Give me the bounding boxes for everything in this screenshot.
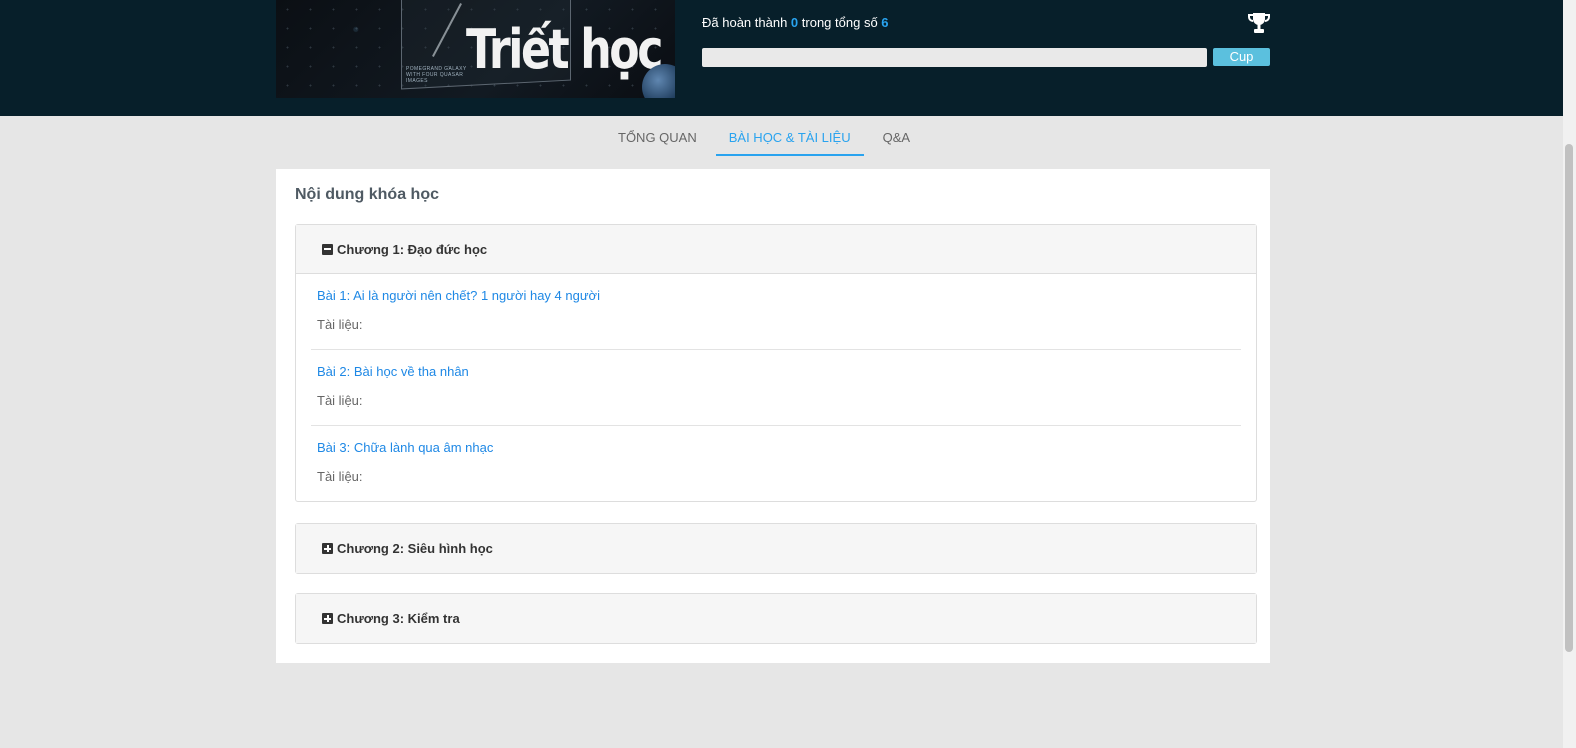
course-banner-image: POMEGRAND GALAXY WITH FOUR QUASAR IMAGES… — [276, 0, 675, 98]
chapter-1-title: Chương 1: Đạo đức học — [337, 241, 488, 257]
progress-bar — [702, 48, 1207, 67]
lesson-2-link[interactable]: Bài 2: Bài học về tha nhân — [317, 364, 1235, 379]
chapter-1-panel: Chương 1: Đạo đức học Bài 1: Ai là người… — [295, 224, 1257, 502]
lesson-1-docs-label: Tài liệu: — [317, 317, 363, 332]
course-tabs: TỔNG QUAN BÀI HỌC & TÀI LIỆU Q&A — [605, 120, 929, 158]
chapter-2-panel: Chương 2: Siêu hình học — [295, 523, 1257, 574]
chapter-1-header[interactable]: Chương 1: Đạo đức học — [296, 225, 1256, 274]
chapter-2-header[interactable]: Chương 2: Siêu hình học — [296, 524, 1256, 573]
tab-overview[interactable]: TỔNG QUAN — [605, 120, 710, 156]
scrollbar-thumb[interactable] — [1565, 144, 1573, 652]
lesson-item: Bài 2: Bài học về tha nhân Tài liệu: — [311, 350, 1241, 426]
lesson-2-docs-label: Tài liệu: — [317, 393, 363, 408]
page-scrollbar[interactable] — [1563, 0, 1576, 748]
chapter-3-panel: Chương 3: Kiểm tra — [295, 593, 1257, 644]
course-header: POMEGRAND GALAXY WITH FOUR QUASAR IMAGES… — [0, 0, 1563, 116]
collapse-minus-icon — [322, 243, 333, 255]
lesson-item: Bài 3: Chữa lành qua âm nhạc Tài liệu: — [311, 426, 1241, 501]
expand-plus-icon — [322, 613, 333, 624]
tab-qa[interactable]: Q&A — [870, 120, 923, 156]
chapter-3-title: Chương 3: Kiểm tra — [337, 611, 460, 626]
progress-prefix: Đã hoàn thành — [702, 15, 788, 30]
trophy-icon[interactable] — [1247, 12, 1271, 34]
expand-plus-icon — [322, 543, 333, 554]
course-content-card: Nội dung khóa học Chương 1: Đạo đức học … — [276, 169, 1270, 663]
cup-button[interactable]: Cup — [1213, 48, 1270, 66]
lesson-item: Bài 1: Ai là người nên chết? 1 người hay… — [311, 274, 1241, 350]
lesson-3-link[interactable]: Bài 3: Chữa lành qua âm nhạc — [317, 440, 1235, 455]
progress-total-count: 6 — [881, 15, 889, 30]
tab-lessons-materials[interactable]: BÀI HỌC & TÀI LIỆU — [715, 120, 864, 156]
lesson-3-docs-label: Tài liệu: — [317, 469, 363, 484]
progress-middle: trong tổng số — [801, 15, 878, 30]
chapter-2-title: Chương 2: Siêu hình học — [337, 541, 493, 556]
banner-title: Triết học — [466, 18, 663, 81]
lesson-1-link[interactable]: Bài 1: Ai là người nên chết? 1 người hay… — [317, 288, 1235, 303]
chapter-3-header[interactable]: Chương 3: Kiểm tra — [296, 594, 1256, 643]
course-content-title: Nội dung khóa học — [295, 186, 439, 203]
progress-completed-count: 0 — [790, 15, 799, 30]
progress-summary: Đã hoàn thành 0 trong tổng số 6 — [702, 15, 889, 30]
